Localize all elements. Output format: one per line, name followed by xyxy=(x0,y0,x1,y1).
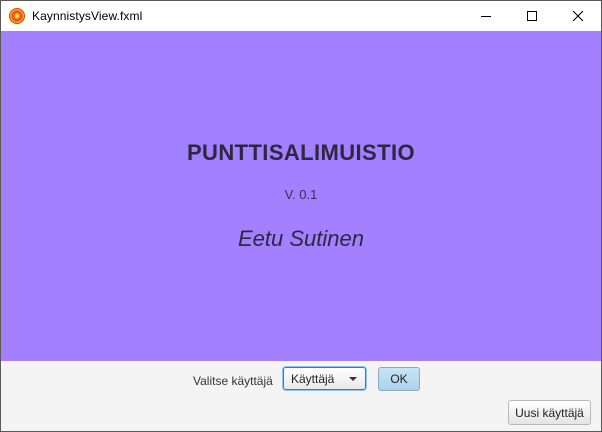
user-dropdown[interactable]: Käyttäjä xyxy=(283,367,366,390)
minimize-button[interactable] xyxy=(463,1,509,31)
user-dropdown-value: Käyttäjä xyxy=(291,372,335,386)
splash-panel: PUNTTISALIMUISTIO V. 0.1 Eetu Sutinen xyxy=(1,31,601,361)
minimize-icon xyxy=(481,16,491,17)
window-controls xyxy=(463,1,601,31)
close-button[interactable] xyxy=(555,1,601,31)
app-window: KaynnistysView.fxml PUNTTISALIMUISTIO V.… xyxy=(0,0,602,432)
close-icon xyxy=(572,10,584,22)
maximize-icon xyxy=(527,11,537,21)
ok-button[interactable]: OK xyxy=(378,367,420,391)
title-bar[interactable]: KaynnistysView.fxml xyxy=(1,1,601,31)
user-selection-bar: Valitse käyttäjä Käyttäjä OK Uusi käyttä… xyxy=(1,361,601,431)
chevron-down-icon xyxy=(349,377,357,381)
window-title: KaynnistysView.fxml xyxy=(32,9,143,23)
app-title: PUNTTISALIMUISTIO xyxy=(186,140,415,165)
new-user-button[interactable]: Uusi käyttäjä xyxy=(508,400,591,425)
author-name: Eetu Sutinen xyxy=(238,226,364,251)
version-label: V. 0.1 xyxy=(284,187,318,202)
maximize-button[interactable] xyxy=(509,1,555,31)
select-user-label: Valitse käyttäjä xyxy=(193,374,273,388)
app-icon xyxy=(9,8,25,24)
